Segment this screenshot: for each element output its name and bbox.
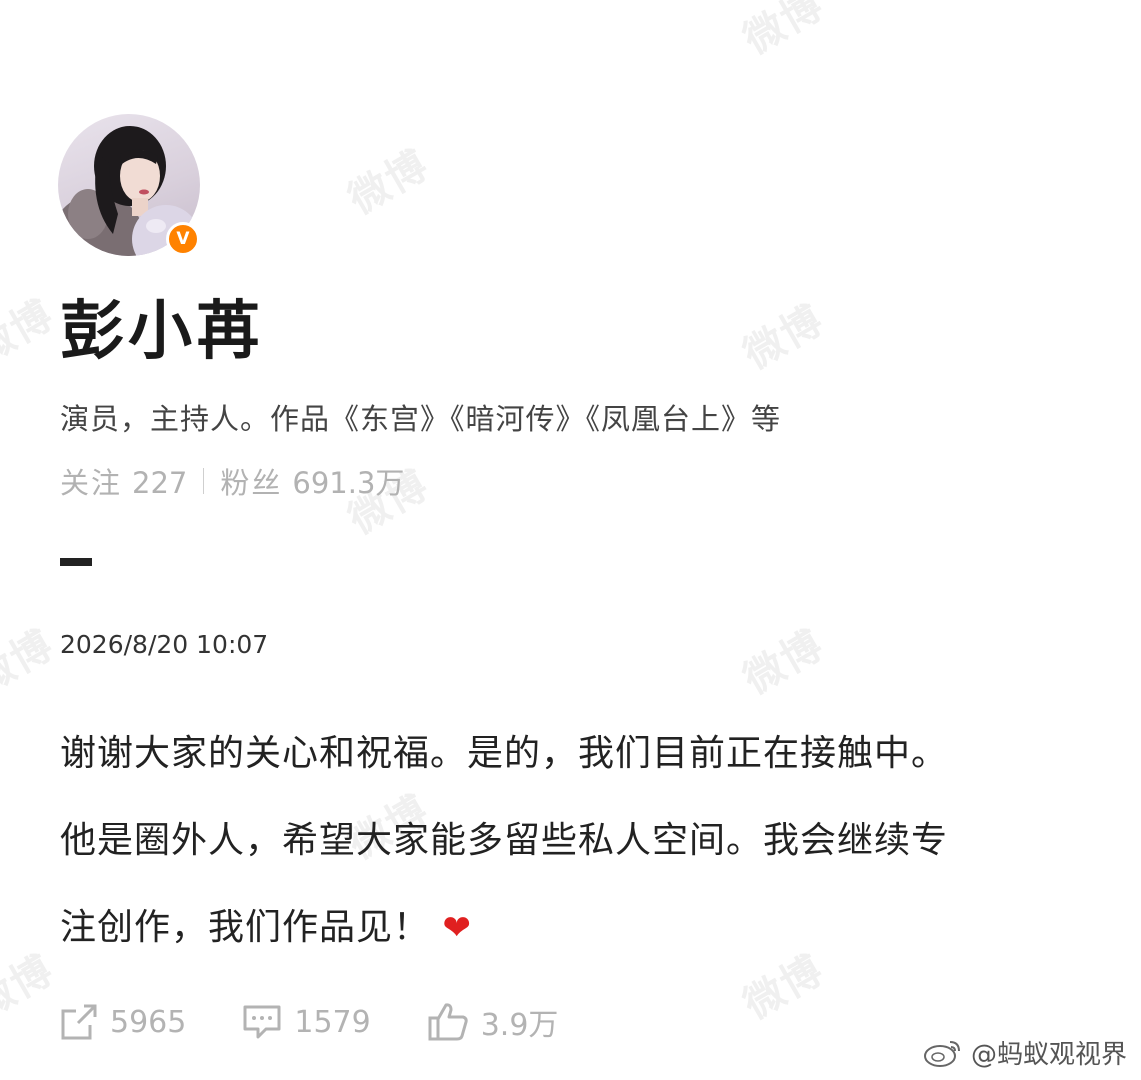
stats-divider [203,468,205,494]
watermark: 微博 [736,621,832,704]
source-credit: @蚂蚁观视界 [923,1034,1127,1071]
like-count: 3.9万 [480,1008,559,1043]
credit-text: @蚂蚁观视界 [970,1040,1127,1070]
verified-badge-icon: V [166,222,200,256]
comment-icon [243,1005,281,1039]
watermark: 微博 [736,296,832,379]
following-stat[interactable]: 关注 227 [60,460,187,502]
followers-count: 691.3万 [292,466,405,500]
post-line: 谢谢大家的关心和祝福。是的，我们目前正在接触中。 [60,733,949,774]
watermark: 微博 [0,291,62,374]
watermark: 微博 [0,621,62,704]
repost-button[interactable]: 5965 [60,1003,186,1041]
watermark: 微博 [736,0,832,64]
like-button[interactable]: 3.9万 [427,1000,559,1044]
weibo-logo-icon [923,1040,960,1067]
avatar-container[interactable]: V [58,114,200,256]
comment-button[interactable]: 1579 [242,1003,371,1041]
profile-bio: 演员，主持人。作品《东宫》《暗河传》《凤凰台上》等 [60,402,782,436]
section-divider [60,558,92,566]
watermark: 微博 [0,946,62,1029]
post-line-last: 注创作，我们作品见！ ❤ [60,884,1070,972]
post-content: 谢谢大家的关心和祝福。是的，我们目前正在接触中。 他是圈外人，希望大家能多留些私… [60,710,1070,972]
profile-stats: 关注 227 粉丝 691.3万 [60,460,404,502]
following-label: 关注 [60,466,123,500]
watermark: 微博 [341,141,437,224]
post-actions: 5965 1579 3.9万 [60,1000,614,1044]
post-line: 他是圈外人，希望大家能多留些私人空间。我会继续专 [60,820,949,861]
profile-name[interactable]: 彭小苒 [60,280,264,372]
followers-label: 粉丝 [220,466,283,500]
thumbs-up-icon [428,1003,468,1041]
heart-emoji-icon: ❤ [442,908,472,948]
followers-stat[interactable]: 粉丝 691.3万 [220,460,404,502]
repost-count: 5965 [110,1004,187,1040]
comment-count: 1579 [294,1004,371,1040]
post-line-text: 注创作，我们作品见！ [60,907,431,948]
following-count: 227 [132,466,188,500]
share-icon [61,1004,97,1040]
post-timestamp: 2026/8/20 10:07 [60,630,269,659]
